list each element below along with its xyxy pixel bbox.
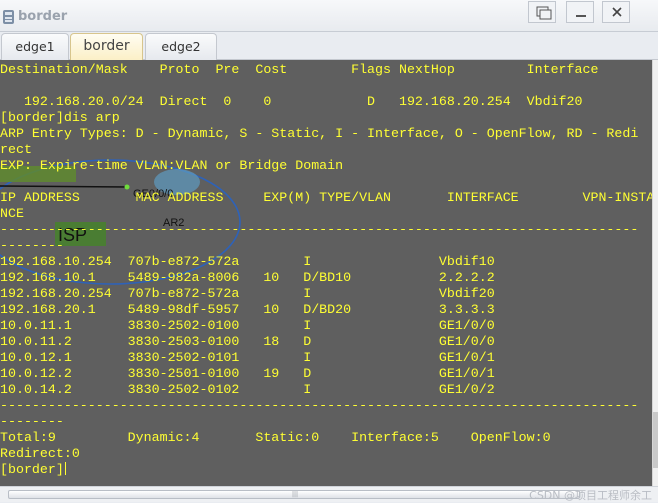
- terminal-line: rect: [0, 142, 32, 157]
- tab-edge1[interactable]: edge1: [1, 33, 69, 60]
- terminal-prompt-line[interactable]: [border]: [0, 462, 652, 478]
- minimize-icon: [576, 15, 586, 17]
- horizontal-scroll-thumb[interactable]: |||: [8, 490, 580, 499]
- terminal-line: --------: [0, 238, 64, 253]
- terminal-line: Redirect:0: [0, 446, 80, 461]
- terminal-line: 10.0.12.1 3830-2502-0101 I GE1/0/1: [0, 350, 495, 365]
- restore-icon: [536, 6, 552, 20]
- device-console-icon: [3, 10, 14, 24]
- terminal-line: ----------------------------------------…: [0, 222, 639, 237]
- terminal-console[interactable]: ISP GE0/0/0 AR2 Destination/Mask Proto P…: [0, 60, 652, 486]
- terminal-line: 192.168.20.254 707b-e872-572a I Vbdif20: [0, 286, 495, 301]
- vertical-scroll-thumb[interactable]: [653, 412, 658, 468]
- terminal-line: NCE: [0, 206, 24, 221]
- text-cursor: [64, 462, 66, 475]
- tab-edge2[interactable]: edge2: [145, 33, 217, 60]
- tab-label: edge2: [161, 39, 201, 54]
- terminal-line: 10.0.14.2 3830-2502-0102 I GE1/0/2: [0, 382, 495, 397]
- session-tab-bar: edge1 border edge2: [0, 32, 658, 61]
- close-icon: [612, 7, 622, 17]
- terminal-line: Total:9 Dynamic:4 Static:0 Interface:5 O…: [0, 430, 551, 445]
- terminal-line: 10.0.12.2 3830-2501-0100 19 D GE1/0/1: [0, 366, 495, 381]
- scroll-grip-icon: |||: [292, 491, 299, 498]
- terminal-line: IP ADDRESS MAC ADDRESS EXP(M) TYPE/VLAN …: [0, 190, 652, 205]
- terminal-line: ----------------------------------------…: [0, 398, 639, 413]
- tab-label: border: [83, 38, 130, 54]
- terminal-line: ARP Entry Types: D - Dynamic, S - Static…: [0, 126, 639, 141]
- terminal-output: Destination/Mask Proto Pre Cost Flags Ne…: [0, 62, 652, 478]
- close-button[interactable]: [602, 1, 630, 23]
- vertical-scrollbar[interactable]: [652, 60, 658, 486]
- tab-border[interactable]: border: [70, 33, 143, 61]
- terminal-line: 10.0.11.1 3830-2502-0100 I GE1/0/0: [0, 318, 495, 333]
- terminal-line: 192.168.10.254 707b-e872-572a I Vbdif10: [0, 254, 495, 269]
- tab-label: edge1: [15, 39, 55, 54]
- terminal-line: EXP: Expire-time VLAN:VLAN or Bridge Dom…: [0, 158, 344, 173]
- terminal-line: 192.168.10.1 5489-982a-8006 10 D/BD10 2.…: [0, 270, 495, 285]
- terminal-line: --------: [0, 414, 64, 429]
- terminal-line: Destination/Mask Proto Pre Cost Flags Ne…: [0, 62, 599, 77]
- window-titlebar: border: [0, 0, 658, 32]
- minimize-button[interactable]: [566, 1, 594, 23]
- terminal-line: 192.168.20.1 5489-98df-5957 10 D/BD20 3.…: [0, 302, 495, 317]
- window-title: border: [18, 9, 68, 24]
- terminal-line: [border]dis arp: [0, 110, 120, 125]
- watermark: CSDN @项目工程师余工: [529, 489, 652, 502]
- restore-button[interactable]: [528, 1, 556, 23]
- terminal-line: 192.168.20.0/24 Direct 0 0 D 192.168.20.…: [0, 94, 583, 109]
- terminal-line: 10.0.11.2 3830-2503-0100 18 D GE1/0/0: [0, 334, 495, 349]
- terminal-prompt: [border]: [0, 462, 64, 477]
